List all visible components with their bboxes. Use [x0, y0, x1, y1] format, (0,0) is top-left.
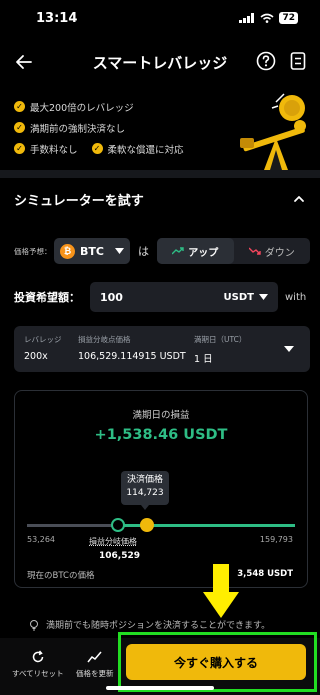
pnl-label: 満期日の損益: [132, 410, 190, 421]
settlement-value: 114,723: [126, 488, 164, 498]
coin-label: BTC: [80, 244, 104, 258]
expiry-label: 満期日（UTC）: [194, 335, 247, 344]
feature-list: ✓ 最大200倍のレバレッジ ✓ 満期前の強制決済なし ✓ 手数料なし ✓ 柔軟…: [14, 96, 244, 159]
reset-label: すべてリセット: [12, 669, 64, 678]
check-icon: ✓: [91, 143, 103, 154]
caret-down-icon: [259, 294, 268, 300]
header: スマートレバレッジ: [0, 40, 320, 84]
feature-label: 最大200倍のレバレッジ: [30, 102, 134, 114]
pnl-card: 満期日の損益 +1,538.46 USDT 決済価格 114,723 53,26…: [14, 390, 308, 588]
check-icon: ✓: [14, 143, 25, 154]
amount-value: 100: [100, 290, 123, 304]
price-bar-loss: [27, 524, 119, 527]
update-price-label: 価格を更新: [76, 669, 114, 678]
annotation-highlight-box: [118, 632, 317, 692]
leverage-illustration: [240, 93, 306, 170]
feature-flexible: ✓ 柔軟な償還に対応: [91, 138, 184, 159]
status-icons: 72: [239, 12, 298, 24]
bitcoin-icon: ₿: [60, 243, 75, 259]
settlement-label: 決済価格: [126, 475, 163, 485]
status-bar: 13:14 72: [0, 0, 320, 36]
document-icon[interactable]: [288, 51, 308, 71]
breakeven-price-label: 損益分岐価格: [89, 537, 137, 546]
section-divider: [0, 170, 320, 178]
home-indicator: [106, 686, 214, 690]
chart-line-icon: [87, 651, 102, 663]
breakeven-marker: [111, 518, 125, 532]
up-label: アップ: [188, 247, 219, 259]
wifi-icon: [260, 13, 274, 23]
status-time: 13:14: [36, 10, 78, 26]
feature-no-liquidation: ✓ 満期前の強制決済なし: [14, 117, 244, 138]
feature-label: 手数料なし: [30, 144, 78, 156]
scale-max: 159,793: [259, 535, 293, 544]
caret-down-icon: [284, 346, 294, 352]
reset-button[interactable]: すべてリセット: [12, 650, 64, 679]
current-price-value: 3,548 USDT: [237, 569, 293, 579]
breakeven-value: 106,529.114915 USDT: [78, 351, 186, 362]
update-price-button[interactable]: 価格を更新: [76, 650, 114, 679]
check-icon: ✓: [14, 101, 25, 112]
expiry-value: 1 日: [194, 354, 213, 365]
feature-max-leverage: ✓ 最大200倍のレバレッジ: [14, 96, 244, 117]
breakeven-info: 損益分岐点価格 106,529.114915 USDT: [78, 334, 186, 362]
battery-indicator: 72: [279, 12, 298, 24]
scale-min: 53,264: [27, 535, 55, 544]
trend-up-icon: [172, 247, 184, 255]
leverage-info: レバレッジ 200x: [24, 334, 62, 362]
coin-select[interactable]: ₿ BTC: [54, 238, 130, 264]
notice: 満期前でも随時ポジションを決済することができます。: [28, 618, 270, 631]
simulator-title: シミュレーターを試す: [14, 194, 144, 209]
caret-down-icon: [115, 248, 124, 254]
up-button[interactable]: アップ: [157, 238, 234, 264]
expiry-info: 満期日（UTC） 1 日: [194, 334, 246, 365]
leverage-label: レバレッジ: [24, 335, 62, 344]
feature-label: 柔軟な償還に対応: [107, 144, 184, 156]
amount-row: 投資希望額： 100 USDT with: [14, 282, 310, 312]
breakeven-label: 損益分岐点価格: [78, 335, 131, 344]
feature-no-fee: ✓ 手数料なし: [14, 138, 78, 159]
feature-label: 満期前の強制決済なし: [30, 123, 126, 135]
with-label: with: [285, 291, 307, 303]
settlement-tooltip: 決済価格 114,723: [121, 471, 169, 510]
down-label: ダウン: [264, 247, 295, 259]
direction-row: 価格予想： ₿ BTC は アップ ダウン: [14, 238, 310, 264]
direction-toggle: アップ ダウン: [157, 238, 310, 264]
currency-label: USDT: [223, 291, 254, 303]
settlement-slider-handle[interactable]: [140, 518, 154, 532]
leverage-value: 200x: [24, 351, 48, 362]
current-price-label: 現在のBTCの価格: [27, 571, 95, 581]
lightbulb-icon: [30, 619, 38, 630]
prediction-label: 価格予想：: [14, 246, 52, 256]
refresh-icon: [32, 650, 44, 663]
signal-icon: [239, 13, 255, 23]
pnl-value: +1,538.46 USDT: [94, 427, 228, 443]
currency-select[interactable]: USDT: [224, 292, 268, 303]
trend-down-icon: [248, 247, 261, 255]
notice-text: 満期前でも随時ポジションを決済することができます。: [46, 621, 271, 631]
amount-input[interactable]: 100 USDT: [90, 282, 278, 312]
position-info-card[interactable]: レバレッジ 200x 損益分岐点価格 106,529.114915 USDT 満…: [14, 326, 310, 372]
amount-label: 投資希望額：: [14, 291, 80, 304]
help-icon[interactable]: [256, 51, 276, 71]
check-icon: ✓: [14, 122, 25, 133]
chevron-up-icon[interactable]: [292, 192, 306, 206]
down-button[interactable]: ダウン: [234, 238, 311, 264]
breakeven-price-value: 106,529: [99, 551, 140, 561]
particle-text: は: [138, 245, 149, 258]
annotation-arrow-icon: [203, 564, 239, 618]
